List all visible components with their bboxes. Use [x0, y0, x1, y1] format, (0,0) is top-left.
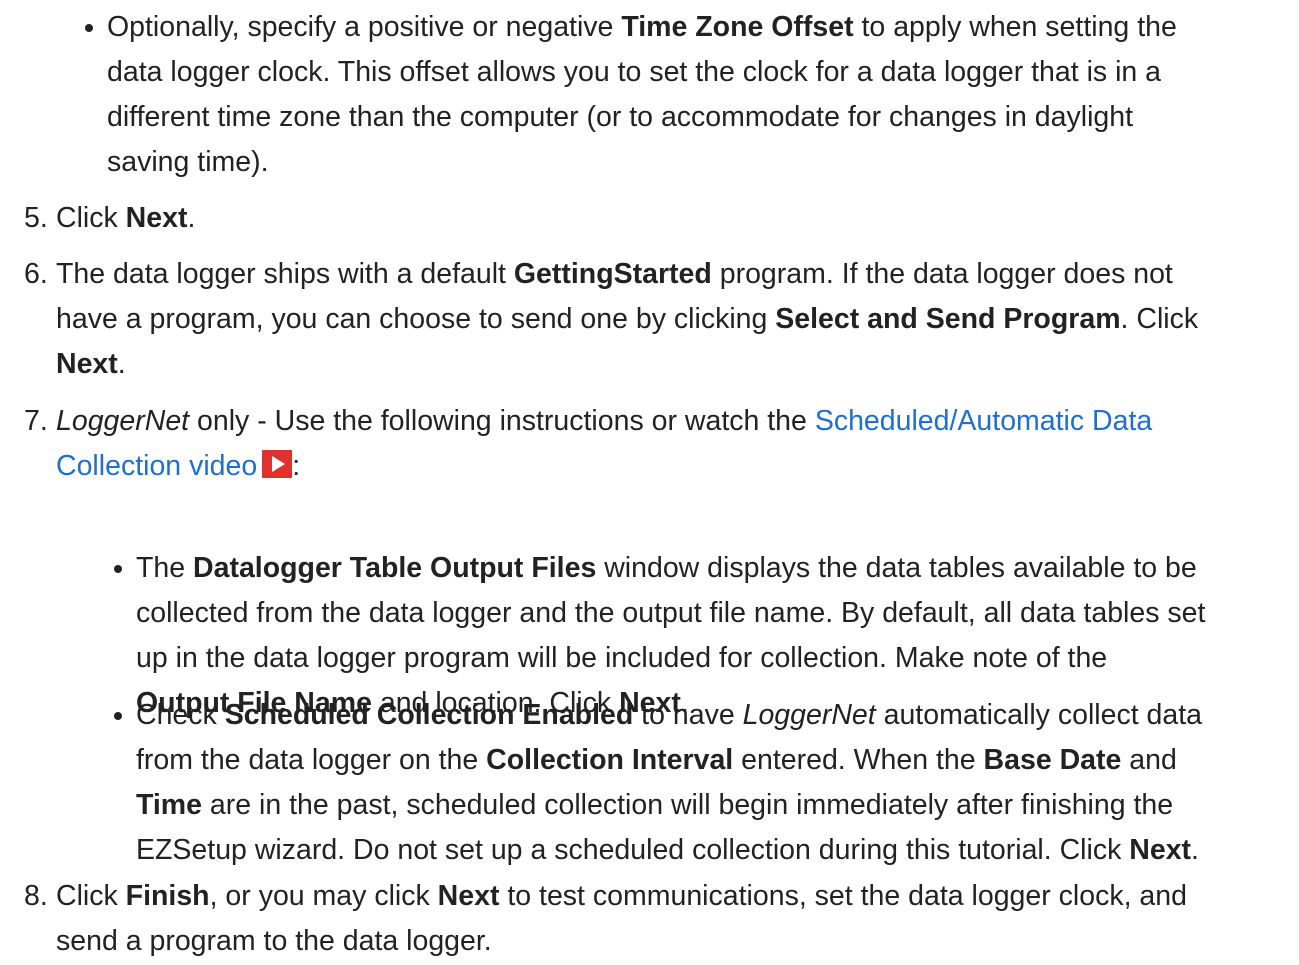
line: have a program, you can choose to send o…: [56, 297, 1198, 342]
term-collection-interval: Collection Interval: [486, 744, 734, 776]
term-base-date: Base Date: [983, 744, 1122, 776]
term-next: Next: [437, 880, 500, 912]
line: Check Scheduled Collection Enabled to ha…: [136, 693, 1202, 738]
video-link[interactable]: Collection video: [56, 450, 257, 482]
text: are in the past, scheduled collection wi…: [202, 789, 1174, 821]
text: automatically collect data: [875, 699, 1203, 731]
term-getting-started: GettingStarted: [513, 258, 712, 290]
text: Check: [136, 699, 225, 731]
line: Time are in the past, scheduled collecti…: [136, 783, 1202, 828]
text: , or you may click: [209, 880, 438, 912]
play-video-icon[interactable]: [262, 450, 293, 478]
text: Optionally, specify a positive or negati…: [107, 11, 622, 43]
text: to have: [633, 699, 743, 731]
term-time-zone-offset: Time Zone Offset: [621, 11, 854, 43]
line: saving time).: [107, 146, 269, 178]
step-number: 7.: [24, 405, 48, 437]
text: entered. When the: [733, 744, 984, 776]
text: EZSetup wizard. Do not set up a schedule…: [136, 834, 1130, 866]
text: window displays the data tables availabl…: [596, 552, 1197, 584]
term-next: Next: [56, 348, 118, 380]
line: data logger clock. This offset allows yo…: [107, 56, 1162, 88]
text: have a program, you can choose to send o…: [56, 303, 776, 335]
step-6: 6. The data logger ships with a default …: [24, 252, 1198, 387]
line: The data logger ships with a default Get…: [56, 252, 1198, 297]
bullet-time-zone-offset: Optionally, specify a positive or negati…: [85, 5, 1177, 185]
term-loggernet: LoggerNet: [742, 699, 876, 731]
term-time: Time: [136, 789, 203, 821]
text: program. If the data logger does not: [711, 258, 1173, 290]
text: . Click: [1120, 303, 1199, 335]
text: to apply when setting the: [853, 11, 1177, 43]
text: Click: [56, 880, 126, 912]
text: .: [187, 202, 196, 234]
text: :: [292, 450, 301, 482]
bullet-dot-icon: [114, 565, 122, 573]
step-8: 8. Click Finish, or you may click Next t…: [24, 874, 1187, 964]
line: The Datalogger Table Output Files window…: [136, 546, 1205, 591]
text: .: [1191, 834, 1199, 866]
bullet-dot-icon: [85, 24, 93, 32]
text: The: [136, 552, 194, 584]
line: Next.: [56, 342, 1198, 387]
text: Click: [56, 202, 126, 234]
step-number: 5.: [24, 202, 48, 234]
text: and: [1121, 744, 1177, 776]
line: different time zone than the computer (o…: [107, 101, 1134, 133]
text: The data logger ships with a default: [56, 258, 514, 290]
term-scheduled-collection-enabled: Scheduled Collection Enabled: [224, 699, 634, 731]
text: to test communications, set the data log…: [499, 880, 1187, 912]
term-loggernet: LoggerNet: [56, 405, 190, 437]
bullet-dot-icon: [114, 712, 122, 720]
line: LoggerNet only - Use the following instr…: [56, 399, 1152, 444]
line: send a program to the data logger.: [56, 925, 492, 957]
text: .: [117, 348, 126, 380]
step-number: 6.: [24, 258, 48, 290]
text: from the data logger on the: [136, 744, 487, 776]
term-finish: Finish: [125, 880, 210, 912]
term-next: Next: [1129, 834, 1192, 866]
line: collected from the data logger and the o…: [136, 597, 1206, 629]
line: Click Finish, or you may click Next to t…: [56, 874, 1187, 919]
line: Click Next.: [56, 196, 195, 241]
step-number: 8.: [24, 880, 48, 912]
bullet-scheduled-collection: Check Scheduled Collection Enabled to ha…: [114, 693, 1202, 873]
step-5: 5. Click Next.: [24, 196, 195, 241]
term-select-and-send-program: Select and Send Program: [775, 303, 1121, 335]
video-link[interactable]: Scheduled/Automatic Data: [815, 405, 1152, 437]
term-datalogger-table-output-files: Datalogger Table Output Files: [193, 552, 597, 584]
term-next: Next: [125, 202, 188, 234]
line: EZSetup wizard. Do not set up a schedule…: [136, 828, 1202, 873]
line: up in the data logger program will be in…: [136, 642, 1108, 674]
line: Collection video:: [56, 444, 1152, 489]
line: from the data logger on the Collection I…: [136, 738, 1202, 783]
line: Optionally, specify a positive or negati…: [107, 5, 1177, 50]
text: only - Use the following instructions or…: [189, 405, 815, 437]
step-7: 7. LoggerNet only - Use the following in…: [24, 399, 1152, 489]
